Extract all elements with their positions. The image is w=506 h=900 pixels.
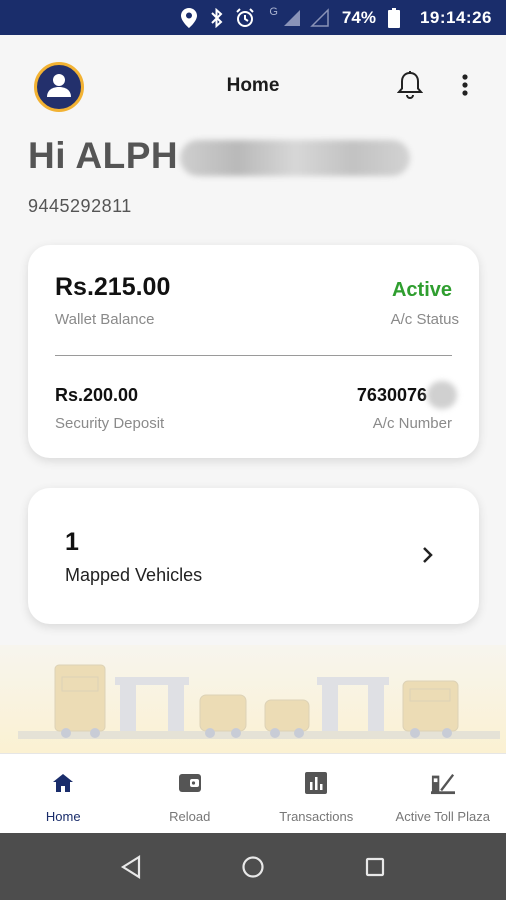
mapped-vehicles-count: 1 [65,528,79,556]
wallet-balance-label: Wallet Balance [55,311,155,328]
bar-chart-icon [304,771,328,795]
redacted-account-digits [427,381,457,409]
battery-icon [384,7,404,28]
nav-item-transactions[interactable]: Transactions [253,754,380,833]
signal-icon [282,8,302,28]
recents-icon[interactable] [361,853,389,881]
alarm-icon [235,7,255,28]
bluetooth-icon [207,7,227,28]
page-title: Home [226,75,280,96]
wallet-card: Rs.215.00 Wallet Balance Active A/c Stat… [28,245,479,458]
mapped-vehicles-label: Mapped Vehicles [65,565,203,585]
location-icon [179,7,199,28]
account-number-label: A/c Number [372,415,452,432]
nav-item-reload[interactable]: Reload [127,754,254,833]
system-navigation-bar [0,833,506,900]
bottom-navigation: Home Reload Transactions Active Toll Pla… [0,753,506,833]
account-status-label: A/c Status [390,311,459,328]
nav-item-home[interactable]: Home [0,754,127,833]
redacted-name [180,140,410,176]
nav-label-transactions: Transactions [279,809,354,824]
battery-percent: 74% [341,7,376,27]
notification-button[interactable] [396,70,424,100]
signal-empty-icon [310,7,330,28]
wallet-balance-value: Rs.215.00 [55,273,171,301]
chevron-right-icon [421,545,435,565]
phone-number: 9445292811 [28,196,132,216]
toll-gate-icon [430,771,455,795]
account-status-value: Active [391,279,452,301]
status-time: 19:14:26 [419,7,492,27]
bell-icon [396,71,424,104]
back-icon[interactable] [117,853,145,881]
more-menu-button[interactable] [455,70,475,100]
mapped-vehicles-card[interactable]: 1 Mapped Vehicles [28,488,479,624]
nav-label-reload: Reload [169,809,211,824]
greeting-text: Hi ALPH [28,135,179,176]
more-vertical-icon [455,74,475,104]
nav-label-active-toll-plaza: Active Toll Plaza [395,809,490,824]
network-type-label: G [269,6,278,18]
security-deposit-value: Rs.200.00 [55,385,139,405]
toll-plaza-illustration [0,645,506,753]
nav-label-home: Home [45,809,81,824]
home-icon [51,771,75,795]
home-circle-icon[interactable] [239,853,267,881]
card-divider [55,355,452,356]
status-bar: G 74% 19:14:26 [0,0,506,35]
nav-item-active-toll-plaza[interactable]: Active Toll Plaza [380,754,506,833]
account-number-value: 7630076 [356,385,427,405]
security-deposit-label: Security Deposit [55,415,165,432]
wallet-icon [178,771,202,795]
